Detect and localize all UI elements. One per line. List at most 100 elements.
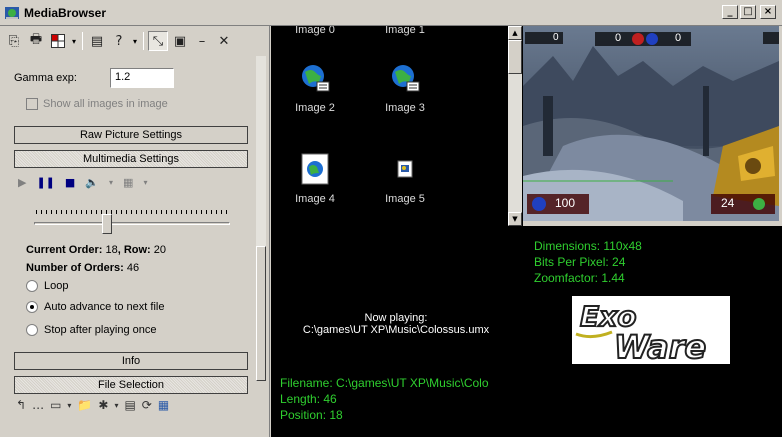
file-selection-button[interactable]: File Selection xyxy=(14,376,248,394)
properties-icon[interactable]: ▤ xyxy=(87,31,107,51)
globe-file-icon xyxy=(299,62,331,94)
number-of-orders-line: Number of Orders: 46 xyxy=(26,262,139,274)
settings-scrollbar[interactable] xyxy=(256,56,266,381)
radio-button[interactable] xyxy=(26,324,38,336)
file-toolbar: ↰ … ▭ ▾ 📁 ✱ ▾ ▤ ⟳ ▦ xyxy=(16,398,169,412)
show-all-images-label: Show all images in image xyxy=(43,98,168,110)
pointer-icon[interactable]: ⤡ xyxy=(148,31,168,51)
radio-button[interactable] xyxy=(26,280,38,292)
thumbnail-label: Image 0 xyxy=(295,26,335,36)
position-slider[interactable] xyxy=(34,222,230,225)
thumbnail-scrollbar[interactable]: ▲ ▼ xyxy=(508,26,522,226)
position-slider-thumb[interactable] xyxy=(101,214,112,234)
row-label: , Row: xyxy=(117,244,151,256)
help-dropdown-icon[interactable]: ▾ xyxy=(131,37,139,46)
bits-per-pixel: Bits Per Pixel: 24 xyxy=(534,255,626,269)
radio-auto-advance-label: Auto advance to next file xyxy=(44,301,165,313)
thumbnail-label: Image 5 xyxy=(385,193,425,205)
document-image-icon xyxy=(389,153,421,185)
layout-icon[interactable] xyxy=(48,31,68,51)
window-icon[interactable]: ▣ xyxy=(170,31,190,51)
play-icon[interactable]: ▶ xyxy=(18,176,26,189)
file-properties-icon[interactable]: ▤ xyxy=(124,398,135,412)
hud-ammo: 24 xyxy=(721,196,735,210)
thumbnail-item[interactable]: Image 2 xyxy=(275,62,355,114)
radio-loop[interactable]: Loop xyxy=(26,280,68,292)
refresh-icon[interactable]: ⟳ xyxy=(142,398,152,412)
hud-score-left: 0 xyxy=(553,32,559,43)
up-arrow-icon[interactable]: ↰ xyxy=(16,398,26,412)
help-icon[interactable]: ? xyxy=(109,31,129,51)
info-button[interactable]: Info xyxy=(14,352,248,370)
thumbnail-label: Image 3 xyxy=(385,102,425,114)
media-controls: ▶ ❚❚ ■ 🔈 ▾ ▦ ▾ xyxy=(18,176,147,189)
radio-button[interactable] xyxy=(26,301,38,313)
checkbox-box[interactable] xyxy=(26,98,38,110)
app-icon xyxy=(5,7,19,19)
thumbnail-grid: Image 0 Image 1 Image 2 Image 3 Image 4 … xyxy=(271,26,523,226)
volume-icon[interactable]: 🔈 xyxy=(85,176,99,189)
toolbar-separator xyxy=(143,32,144,50)
thumbnail-item[interactable]: Image 4 xyxy=(275,153,355,205)
gamma-input[interactable]: 1.2 xyxy=(110,68,174,88)
now-playing-label: Now playing: xyxy=(364,312,428,324)
number-of-orders-value: 46 xyxy=(126,262,140,274)
radio-auto-advance[interactable]: Auto advance to next file xyxy=(26,301,164,313)
gamma-label: Gamma exp: xyxy=(14,72,77,84)
volume-dropdown-icon[interactable]: ▾ xyxy=(109,178,113,187)
hud-health: 100 xyxy=(555,196,576,210)
thumbnail-item[interactable]: Image 0 xyxy=(275,26,355,36)
position-line: Position: 18 xyxy=(280,408,343,422)
drive-dropdown-icon[interactable]: ▾ xyxy=(67,401,71,410)
thumbnail-label: Image 2 xyxy=(295,102,335,114)
folder-up-icon[interactable]: 📁 xyxy=(77,398,92,412)
close-button[interactable]: × xyxy=(760,5,776,19)
stop-icon[interactable]: ■ xyxy=(65,176,75,189)
more-icon[interactable]: … xyxy=(32,398,44,412)
slider-ticks xyxy=(36,210,230,214)
favorites-dropdown-icon[interactable]: ▾ xyxy=(114,401,118,410)
current-order-line: Current Order: 18, Row: 20 xyxy=(26,244,166,256)
show-all-images-checkbox[interactable]: Show all images in image xyxy=(26,98,168,110)
panel-close-icon[interactable]: ✕ xyxy=(214,31,234,51)
zoom-factor: Zoomfactor: 1.44 xyxy=(534,271,625,285)
title-bar: MediaBrowser _ □ × xyxy=(0,0,782,26)
minimize-button[interactable]: _ xyxy=(722,5,738,19)
game-screenshot xyxy=(523,26,779,221)
maximize-button[interactable]: □ xyxy=(740,5,756,19)
playlist-dropdown-icon[interactable]: ▾ xyxy=(143,178,147,187)
window-title: MediaBrowser xyxy=(24,6,107,20)
thumbnail-item[interactable]: Image 5 xyxy=(365,153,445,205)
hud-score-red: 0 xyxy=(615,32,622,44)
now-playing-path: C:\games\UT XP\Music\Colossus.umx xyxy=(302,324,490,336)
thumbnail-label: Image 4 xyxy=(295,193,335,205)
now-playing: Now playing: C:\games\UT XP\Music\Coloss… xyxy=(301,312,491,336)
logo-text-ware: Ware xyxy=(614,328,706,364)
pause-icon[interactable]: ❚❚ xyxy=(36,176,54,189)
raw-picture-settings-button[interactable]: Raw Picture Settings xyxy=(14,126,248,144)
thumbnail-item[interactable]: Image 3 xyxy=(365,62,445,114)
thumbnail-item[interactable]: Image 1 xyxy=(365,26,445,36)
exoware-logo: Exo Ware xyxy=(572,296,730,367)
scrollbar-thumb[interactable] xyxy=(256,246,266,381)
multimedia-settings-button[interactable]: Multimedia Settings xyxy=(14,150,248,168)
number-of-orders-label: Number of Orders: xyxy=(26,262,124,274)
thumbnail-view-icon[interactable]: ▦ xyxy=(158,398,169,412)
hud-score-blue: 0 xyxy=(675,32,682,44)
drive-icon[interactable]: ▭ xyxy=(50,398,61,412)
copy-icon[interactable]: ⎘ xyxy=(4,31,24,51)
favorites-icon[interactable]: ✱ xyxy=(98,398,108,412)
thumbnail-scroll-thumb[interactable] xyxy=(508,40,522,74)
panel-minimize-icon[interactable]: – xyxy=(192,31,212,51)
image-preview: 0 0 0 100 24 xyxy=(523,26,779,221)
toolbar-separator xyxy=(82,32,83,50)
layout-dropdown-icon[interactable]: ▾ xyxy=(70,37,78,46)
thumbnail-label: Image 1 xyxy=(385,26,425,36)
radio-stop-after-once[interactable]: Stop after playing once xyxy=(26,324,157,336)
playlist-icon[interactable]: ▦ xyxy=(123,176,133,189)
document-globe-icon xyxy=(299,153,331,185)
length-line: Length: 46 xyxy=(280,392,337,406)
print-icon[interactable]: 🖶 xyxy=(26,31,46,51)
scroll-down-icon[interactable]: ▼ xyxy=(508,212,522,226)
scroll-up-icon[interactable]: ▲ xyxy=(508,26,522,40)
